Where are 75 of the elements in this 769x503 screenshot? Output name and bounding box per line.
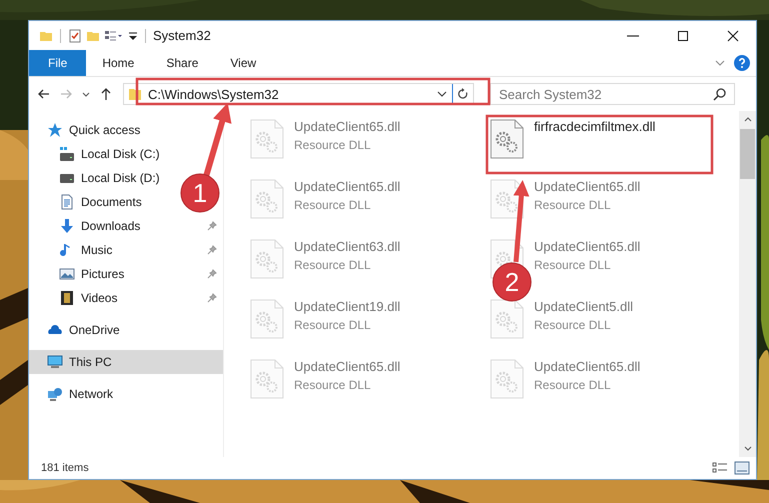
sidebar-item[interactable]: Music: [29, 238, 112, 262]
dll-gears-icon: [250, 119, 284, 159]
file-name[interactable]: UpdateClient65.dll: [294, 359, 400, 374]
file-type: Resource DLL: [534, 198, 612, 212]
sidebar-item[interactable]: OneDrive: [29, 318, 223, 342]
step-number-badge: 1: [180, 174, 220, 212]
file-name[interactable]: UpdateClient63.dll: [294, 239, 400, 254]
file-type: Resource DLL: [294, 138, 372, 152]
file-type: Resource DLL: [294, 378, 372, 392]
address-field[interactable]: C:\Windows\System32: [123, 83, 474, 105]
file-name[interactable]: UpdateClient19.dll: [294, 299, 400, 314]
pin-icon[interactable]: [207, 293, 217, 303]
window-title: System32: [153, 28, 211, 43]
help-icon[interactable]: [734, 55, 750, 71]
dll-gears-icon: [250, 239, 284, 279]
ribbon-tab[interactable]: File: [29, 50, 86, 76]
dll-gears-icon: [490, 299, 524, 339]
ribbon-tab[interactable]: Share: [150, 50, 214, 76]
details-view-icon[interactable]: [712, 461, 728, 475]
network-icon: [47, 386, 63, 402]
minimize-icon[interactable]: [627, 34, 639, 36]
file-type: Resource DLL: [534, 258, 612, 272]
search-field[interactable]: Search System32: [490, 83, 735, 105]
sidebar-item[interactable]: Local Disk (D:): [29, 166, 160, 190]
pin-icon[interactable]: [207, 269, 217, 279]
sidebar-item[interactable]: Pictures: [29, 262, 124, 286]
video-icon: [59, 290, 75, 306]
dll-gears-icon: [490, 179, 524, 219]
download-icon: [59, 218, 75, 234]
dll-gears-icon: [250, 179, 284, 219]
layout-icon[interactable]: [104, 28, 124, 42]
quick-icon: [47, 122, 63, 138]
file-type: Resource DLL: [294, 318, 372, 332]
file-type: Resource DLL: [534, 378, 612, 392]
sidebar-item[interactable]: Documents: [29, 190, 142, 214]
back-arrow-icon[interactable]: [37, 87, 51, 101]
file-name[interactable]: UpdateClient65.dll: [534, 179, 640, 194]
sidebar-item[interactable]: Downloads: [29, 214, 140, 238]
ribbon-tab[interactable]: Home: [86, 50, 150, 76]
sidebar-item[interactable]: Videos: [29, 286, 118, 310]
refresh-icon[interactable]: [457, 88, 469, 100]
maximize-icon[interactable]: [677, 30, 689, 42]
file-name[interactable]: UpdateClient5.dll: [534, 299, 634, 314]
dll-gears-icon: [250, 299, 284, 339]
sidebar-item[interactable]: Local Disk (C:): [29, 142, 160, 166]
pin-icon[interactable]: [207, 221, 217, 231]
file-name[interactable]: UpdateClient65.dll: [534, 239, 640, 254]
file-name[interactable]: UpdateClient65.dll: [534, 359, 640, 374]
document-icon: [59, 194, 75, 210]
file-name[interactable]: UpdateClient65.dll: [294, 179, 400, 194]
drive-icon: [59, 146, 75, 162]
sidebar-item[interactable]: Network: [29, 382, 223, 406]
dll-gears-icon: [490, 359, 524, 399]
item-count: 181 items: [41, 462, 89, 474]
file-name[interactable]: UpdateClient65.dll: [294, 119, 400, 134]
ribbon-tab[interactable]: View: [214, 50, 272, 76]
pin-icon[interactable]: [207, 245, 217, 255]
computer-icon: [47, 354, 63, 370]
file-type: Resource DLL: [294, 198, 372, 212]
picture-icon: [59, 266, 75, 282]
step-number-badge: 2: [492, 262, 532, 302]
properties-icon[interactable]: [68, 28, 82, 42]
sidebar-item[interactable]: This PC: [29, 350, 223, 374]
large-icons-view-icon[interactable]: [734, 461, 750, 475]
dll-gears-icon: [490, 119, 524, 159]
dll-gears-icon: [250, 359, 284, 399]
file-name[interactable]: firfracdecimfiltmex.dll: [534, 119, 656, 134]
scrollbar[interactable]: [739, 111, 756, 457]
file-type: Resource DLL: [294, 258, 372, 272]
scroll-thumb[interactable]: [740, 129, 755, 179]
up-arrow-icon[interactable]: [99, 87, 113, 101]
file-type: Resource DLL: [534, 318, 612, 332]
close-icon[interactable]: [727, 30, 739, 42]
search-icon[interactable]: [713, 87, 727, 101]
sidebar-item[interactable]: Quick access: [29, 118, 223, 142]
